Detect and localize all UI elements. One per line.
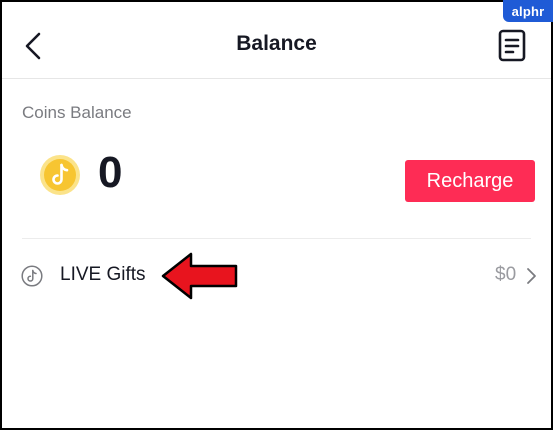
coins-balance-value: 0	[98, 148, 123, 197]
red-arrow-icon	[160, 252, 240, 300]
document-list-icon	[498, 29, 526, 62]
coins-balance-label: Coins Balance	[22, 103, 132, 122]
tiktok-coin-icon	[39, 154, 81, 196]
live-gifts-label: LIVE Gifts	[60, 264, 146, 285]
tiktok-note-icon	[21, 265, 43, 287]
app-screen: Balance Coins Balance 0 Recharge LIVE Gi…	[0, 0, 553, 430]
alphr-watermark: alphr	[503, 0, 553, 22]
page-title: Balance	[236, 32, 317, 55]
chevron-right-icon	[525, 267, 537, 285]
transactions-button[interactable]	[496, 28, 528, 64]
live-gifts-row[interactable]: LIVE Gifts $0	[2, 252, 551, 300]
header-bar: Balance	[2, 2, 551, 79]
section-divider	[22, 238, 531, 239]
recharge-button[interactable]: Recharge	[405, 160, 535, 202]
live-gifts-amount: $0	[495, 264, 517, 285]
